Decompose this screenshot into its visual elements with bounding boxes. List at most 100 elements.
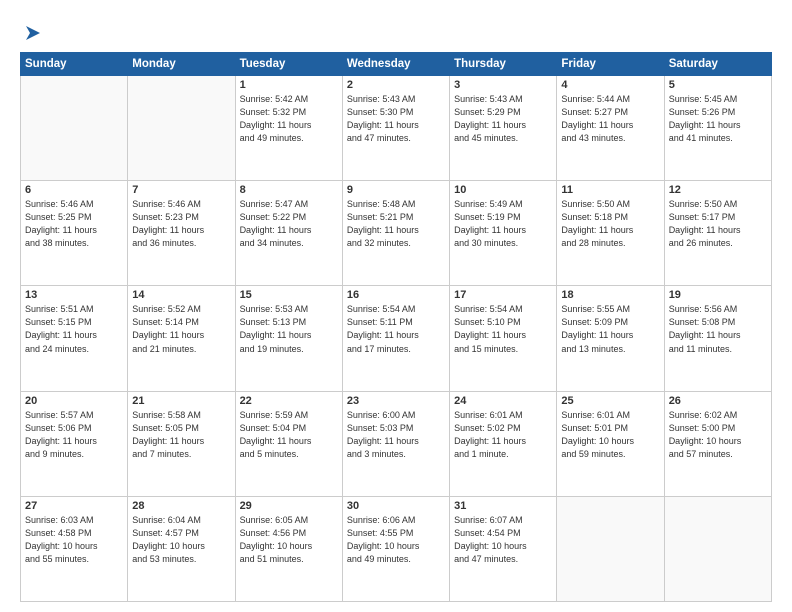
weekday-header-row: SundayMondayTuesdayWednesdayThursdayFrid…: [21, 53, 772, 76]
day-number: 6: [25, 184, 123, 196]
day-info: Sunrise: 5:58 AM Sunset: 5:05 PM Dayligh…: [132, 409, 230, 461]
day-number: 23: [347, 395, 445, 407]
day-number: 31: [454, 500, 552, 512]
calendar-cell: 4 Sunrise: 5:44 AM Sunset: 5:27 PM Daylig…: [557, 76, 664, 181]
weekday-header-friday: Friday: [557, 53, 664, 76]
day-info: Sunrise: 5:55 AM Sunset: 5:09 PM Dayligh…: [561, 303, 659, 355]
day-info: Sunrise: 5:57 AM Sunset: 5:06 PM Dayligh…: [25, 409, 123, 461]
calendar-cell: [664, 496, 771, 601]
day-info: Sunrise: 6:04 AM Sunset: 4:57 PM Dayligh…: [132, 514, 230, 566]
calendar-cell: 2 Sunrise: 5:43 AM Sunset: 5:30 PM Daylig…: [342, 76, 449, 181]
day-info: Sunrise: 5:56 AM Sunset: 5:08 PM Dayligh…: [669, 303, 767, 355]
calendar-cell: 20 Sunrise: 5:57 AM Sunset: 5:06 PM Dayli…: [21, 391, 128, 496]
calendar-cell: 26 Sunrise: 6:02 AM Sunset: 5:00 PM Dayli…: [664, 391, 771, 496]
calendar-cell: 23 Sunrise: 6:00 AM Sunset: 5:03 PM Dayli…: [342, 391, 449, 496]
logo-icon: [22, 22, 44, 44]
day-number: 27: [25, 500, 123, 512]
day-info: Sunrise: 5:54 AM Sunset: 5:11 PM Dayligh…: [347, 303, 445, 355]
day-number: 30: [347, 500, 445, 512]
day-info: Sunrise: 5:50 AM Sunset: 5:17 PM Dayligh…: [669, 198, 767, 250]
page: SundayMondayTuesdayWednesdayThursdayFrid…: [0, 0, 792, 612]
day-info: Sunrise: 5:43 AM Sunset: 5:29 PM Dayligh…: [454, 93, 552, 145]
day-info: Sunrise: 5:46 AM Sunset: 5:23 PM Dayligh…: [132, 198, 230, 250]
day-info: Sunrise: 5:53 AM Sunset: 5:13 PM Dayligh…: [240, 303, 338, 355]
calendar-cell: 24 Sunrise: 6:01 AM Sunset: 5:02 PM Dayli…: [450, 391, 557, 496]
calendar-table: SundayMondayTuesdayWednesdayThursdayFrid…: [20, 52, 772, 602]
day-info: Sunrise: 5:44 AM Sunset: 5:27 PM Dayligh…: [561, 93, 659, 145]
day-info: Sunrise: 5:47 AM Sunset: 5:22 PM Dayligh…: [240, 198, 338, 250]
calendar-cell: [128, 76, 235, 181]
calendar-cell: 1 Sunrise: 5:42 AM Sunset: 5:32 PM Daylig…: [235, 76, 342, 181]
day-info: Sunrise: 6:01 AM Sunset: 5:02 PM Dayligh…: [454, 409, 552, 461]
calendar-row-1: 6 Sunrise: 5:46 AM Sunset: 5:25 PM Daylig…: [21, 181, 772, 286]
day-info: Sunrise: 6:03 AM Sunset: 4:58 PM Dayligh…: [25, 514, 123, 566]
day-number: 21: [132, 395, 230, 407]
day-info: Sunrise: 5:54 AM Sunset: 5:10 PM Dayligh…: [454, 303, 552, 355]
day-number: 4: [561, 79, 659, 91]
day-number: 16: [347, 289, 445, 301]
day-info: Sunrise: 6:05 AM Sunset: 4:56 PM Dayligh…: [240, 514, 338, 566]
calendar-cell: 18 Sunrise: 5:55 AM Sunset: 5:09 PM Dayli…: [557, 286, 664, 391]
day-number: 24: [454, 395, 552, 407]
weekday-header-monday: Monday: [128, 53, 235, 76]
day-info: Sunrise: 6:06 AM Sunset: 4:55 PM Dayligh…: [347, 514, 445, 566]
day-info: Sunrise: 5:48 AM Sunset: 5:21 PM Dayligh…: [347, 198, 445, 250]
calendar-cell: 25Sunrise: 6:01 AM Sunset: 5:01 PM Dayli…: [557, 391, 664, 496]
day-info: Sunrise: 5:46 AM Sunset: 5:25 PM Dayligh…: [25, 198, 123, 250]
day-number: 28: [132, 500, 230, 512]
weekday-header-thursday: Thursday: [450, 53, 557, 76]
day-number: 2: [347, 79, 445, 91]
day-info: Sunrise: 5:43 AM Sunset: 5:30 PM Dayligh…: [347, 93, 445, 145]
calendar-cell: 6 Sunrise: 5:46 AM Sunset: 5:25 PM Daylig…: [21, 181, 128, 286]
day-info: Sunrise: 6:07 AM Sunset: 4:54 PM Dayligh…: [454, 514, 552, 566]
calendar-row-0: 1 Sunrise: 5:42 AM Sunset: 5:32 PM Daylig…: [21, 76, 772, 181]
calendar-cell: 5Sunrise: 5:45 AM Sunset: 5:26 PM Daylig…: [664, 76, 771, 181]
day-number: 7: [132, 184, 230, 196]
day-number: 12: [669, 184, 767, 196]
calendar-row-4: 27 Sunrise: 6:03 AM Sunset: 4:58 PM Dayli…: [21, 496, 772, 601]
calendar-cell: 7 Sunrise: 5:46 AM Sunset: 5:23 PM Daylig…: [128, 181, 235, 286]
calendar-cell: 31 Sunrise: 6:07 AM Sunset: 4:54 PM Dayli…: [450, 496, 557, 601]
day-number: 15: [240, 289, 338, 301]
day-number: 20: [25, 395, 123, 407]
calendar-cell: 16 Sunrise: 5:54 AM Sunset: 5:11 PM Dayli…: [342, 286, 449, 391]
day-info: Sunrise: 6:01 AM Sunset: 5:01 PM Dayligh…: [561, 409, 659, 461]
header: [20, 18, 772, 44]
day-number: 13: [25, 289, 123, 301]
calendar-cell: 27 Sunrise: 6:03 AM Sunset: 4:58 PM Dayli…: [21, 496, 128, 601]
day-number: 8: [240, 184, 338, 196]
day-number: 9: [347, 184, 445, 196]
day-number: 11: [561, 184, 659, 196]
day-info: Sunrise: 6:00 AM Sunset: 5:03 PM Dayligh…: [347, 409, 445, 461]
day-info: Sunrise: 6:02 AM Sunset: 5:00 PM Dayligh…: [669, 409, 767, 461]
day-info: Sunrise: 5:51 AM Sunset: 5:15 PM Dayligh…: [25, 303, 123, 355]
day-number: 19: [669, 289, 767, 301]
calendar-cell: 22Sunrise: 5:59 AM Sunset: 5:04 PM Dayli…: [235, 391, 342, 496]
day-info: Sunrise: 5:42 AM Sunset: 5:32 PM Dayligh…: [240, 93, 338, 145]
calendar-cell: [557, 496, 664, 601]
day-info: Sunrise: 5:50 AM Sunset: 5:18 PM Dayligh…: [561, 198, 659, 250]
weekday-header-sunday: Sunday: [21, 53, 128, 76]
calendar-cell: 17Sunrise: 5:54 AM Sunset: 5:10 PM Dayli…: [450, 286, 557, 391]
day-info: Sunrise: 5:52 AM Sunset: 5:14 PM Dayligh…: [132, 303, 230, 355]
calendar-cell: 15 Sunrise: 5:53 AM Sunset: 5:13 PM Dayli…: [235, 286, 342, 391]
calendar-cell: [21, 76, 128, 181]
calendar-cell: 13 Sunrise: 5:51 AM Sunset: 5:15 PM Dayli…: [21, 286, 128, 391]
calendar-cell: 3 Sunrise: 5:43 AM Sunset: 5:29 PM Daylig…: [450, 76, 557, 181]
day-number: 29: [240, 500, 338, 512]
calendar-cell: 12 Sunrise: 5:50 AM Sunset: 5:17 PM Dayli…: [664, 181, 771, 286]
calendar-cell: 11 Sunrise: 5:50 AM Sunset: 5:18 PM Dayli…: [557, 181, 664, 286]
weekday-header-saturday: Saturday: [664, 53, 771, 76]
day-number: 18: [561, 289, 659, 301]
calendar-cell: 21 Sunrise: 5:58 AM Sunset: 5:05 PM Dayli…: [128, 391, 235, 496]
calendar-cell: 14Sunrise: 5:52 AM Sunset: 5:14 PM Dayli…: [128, 286, 235, 391]
day-info: Sunrise: 5:59 AM Sunset: 5:04 PM Dayligh…: [240, 409, 338, 461]
day-number: 26: [669, 395, 767, 407]
calendar-cell: 19 Sunrise: 5:56 AM Sunset: 5:08 PM Dayli…: [664, 286, 771, 391]
calendar-cell: 9 Sunrise: 5:48 AM Sunset: 5:21 PM Daylig…: [342, 181, 449, 286]
day-number: 3: [454, 79, 552, 91]
day-number: 1: [240, 79, 338, 91]
calendar-cell: 30 Sunrise: 6:06 AM Sunset: 4:55 PM Dayli…: [342, 496, 449, 601]
day-number: 10: [454, 184, 552, 196]
day-number: 5: [669, 79, 767, 91]
